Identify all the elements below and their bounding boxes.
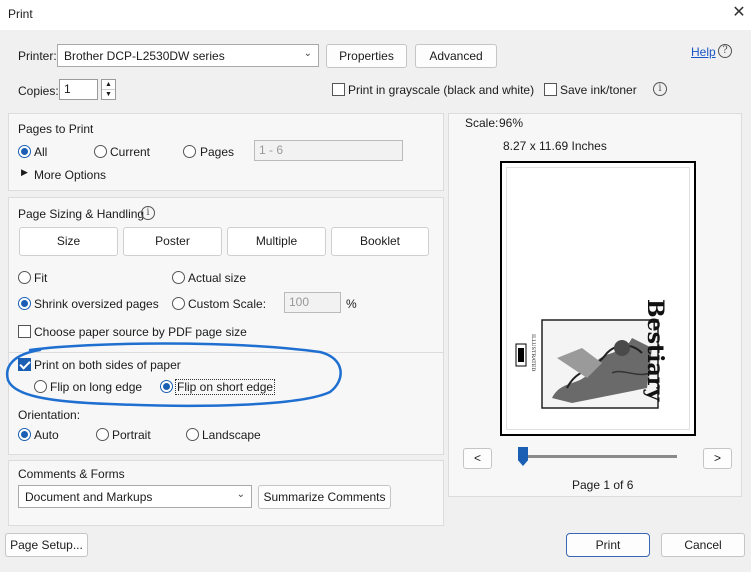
annotation-circle xyxy=(5,342,342,408)
page-setup-button[interactable]: Page Setup... xyxy=(5,533,88,557)
size-button[interactable]: Size xyxy=(19,227,118,256)
cancel-button[interactable]: Cancel xyxy=(661,533,745,557)
custom-scale-input[interactable]: 100 xyxy=(284,292,341,313)
paper-source-label: Choose paper source by PDF page size xyxy=(34,325,247,339)
custom-scale-label: Custom Scale: xyxy=(188,297,267,311)
next-page-button[interactable]: > xyxy=(703,448,732,469)
orientation-portrait-label: Portrait xyxy=(112,428,151,442)
pages-range-input[interactable]: 1 - 6 xyxy=(254,140,403,161)
pages-current-label: Current xyxy=(110,145,151,159)
pages-current-radio[interactable] xyxy=(94,145,107,158)
custom-scale-radio[interactable] xyxy=(172,297,185,310)
scale-label: Scale: xyxy=(465,116,499,130)
comments-select[interactable]: Document and Markups ⌄ xyxy=(18,485,252,508)
orientation-landscape-radio[interactable] xyxy=(186,428,199,441)
orientation-portrait-radio[interactable] xyxy=(96,428,109,441)
copies-input[interactable]: 1 xyxy=(59,79,98,100)
page-indicator: Page 1 of 6 xyxy=(572,478,634,492)
printer-select[interactable]: Brother DCP-L2530DW series ⌄ xyxy=(57,44,319,67)
chevron-up-icon[interactable]: ▲ xyxy=(102,80,115,90)
caret-right-icon[interactable]: ▶ xyxy=(21,167,28,178)
chevron-down-icon: ⌄ xyxy=(236,489,245,500)
orientation-auto-label: Auto xyxy=(34,428,59,442)
chevron-down-icon: ⌄ xyxy=(303,48,312,59)
printer-label: Printer: xyxy=(18,49,57,63)
shrink-oversized-radio[interactable] xyxy=(18,297,31,310)
fit-label: Fit xyxy=(34,271,48,285)
comments-forms-heading: Comments & Forms xyxy=(18,467,125,481)
more-options-toggle[interactable]: More Options xyxy=(34,168,106,182)
orientation-label: Orientation: xyxy=(18,408,81,422)
grayscale-label: Print in grayscale (black and white) xyxy=(348,83,535,97)
paper-source-checkbox[interactable] xyxy=(18,325,31,338)
booklet-button[interactable]: Booklet xyxy=(331,227,429,256)
page-sizing-heading: Page Sizing & Handling xyxy=(18,207,145,221)
actual-size-radio[interactable] xyxy=(172,271,185,284)
previous-page-button[interactable]: < xyxy=(463,448,492,469)
poster-button[interactable]: Poster xyxy=(123,227,222,256)
book-title: Bestiary xyxy=(642,299,668,402)
orientation-auto-radio[interactable] xyxy=(18,428,31,441)
pages-range-radio[interactable] xyxy=(183,145,196,158)
info-icon[interactable]: i xyxy=(653,82,667,96)
summarize-comments-button[interactable]: Summarize Comments xyxy=(258,485,391,509)
copies-stepper[interactable]: ▲ ▼ xyxy=(101,79,116,100)
cover-illustration: ILLUSTRATED xyxy=(515,319,659,409)
pages-to-print-heading: Pages to Print xyxy=(18,122,94,136)
advanced-button[interactable]: Advanced xyxy=(415,44,497,68)
help-link[interactable]: Help xyxy=(691,45,716,59)
help-icon[interactable]: ? xyxy=(718,44,732,58)
chevron-down-icon[interactable]: ▼ xyxy=(102,90,115,99)
svg-text:ILLUSTRATED: ILLUSTRATED xyxy=(530,334,536,371)
grayscale-checkbox[interactable] xyxy=(332,83,345,96)
copies-label: Copies: xyxy=(18,84,59,98)
print-button[interactable]: Print xyxy=(566,533,650,557)
multiple-button[interactable]: Multiple xyxy=(227,227,326,256)
save-ink-label: Save ink/toner xyxy=(560,83,637,97)
percent-sign: % xyxy=(346,297,357,311)
page-preview: ILLUSTRATED Bestiary xyxy=(500,161,696,436)
actual-size-label: Actual size xyxy=(188,271,247,285)
title-bar: Print ✕ xyxy=(0,0,751,30)
shrink-oversized-label: Shrink oversized pages xyxy=(34,297,159,311)
save-ink-checkbox[interactable] xyxy=(544,83,557,96)
scale-value: 96% xyxy=(499,116,524,130)
page-slider-track[interactable] xyxy=(519,455,677,458)
pages-all-label: All xyxy=(34,145,48,159)
window-title: Print xyxy=(8,7,33,21)
properties-button[interactable]: Properties xyxy=(326,44,407,68)
pages-all-radio[interactable] xyxy=(18,145,31,158)
orientation-landscape-label: Landscape xyxy=(202,428,261,442)
fit-radio[interactable] xyxy=(18,271,31,284)
close-icon[interactable]: ✕ xyxy=(730,3,748,23)
info-icon[interactable]: i xyxy=(141,206,155,220)
book-title-block: Bestiary xyxy=(642,299,682,409)
pages-range-label: Pages xyxy=(200,145,235,159)
paper-size-label: 8.27 x 11.69 Inches xyxy=(503,139,607,153)
